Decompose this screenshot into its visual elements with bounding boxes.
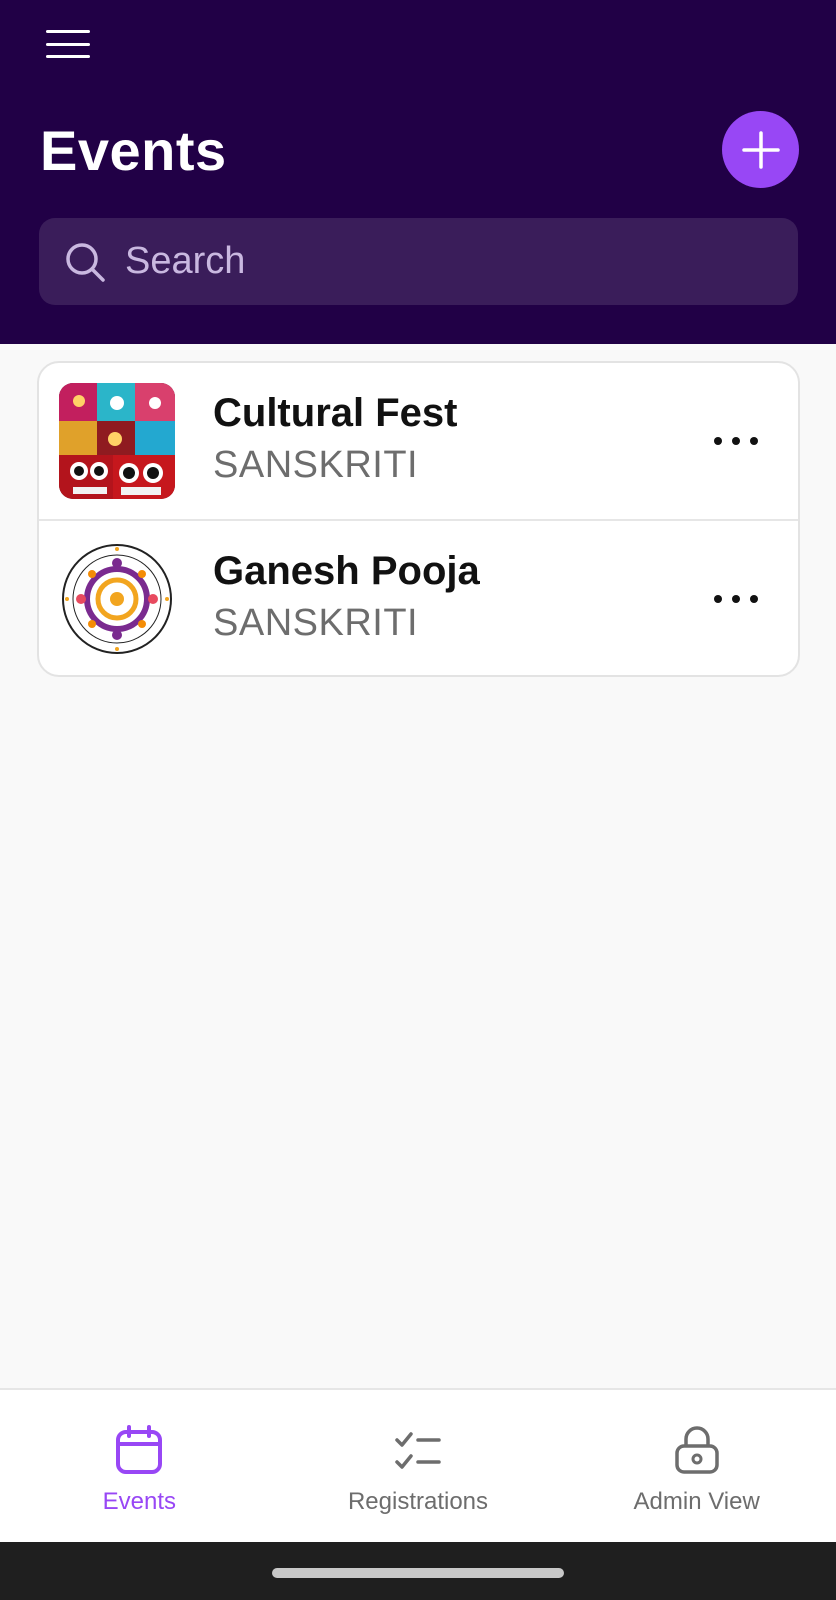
header: Events: [0, 0, 836, 344]
nav-item-admin-view[interactable]: Admin View: [557, 1390, 836, 1542]
event-organizer: SANSKRITI: [213, 602, 419, 644]
system-navigation-bar: [0, 1542, 836, 1600]
search-input[interactable]: [125, 240, 745, 283]
search-icon: [63, 240, 107, 284]
event-text: Cultural Fest SANSKRITI: [213, 389, 457, 489]
more-options-icon[interactable]: [714, 423, 758, 459]
event-thumbnail: [59, 541, 175, 657]
event-organizer: SANSKRITI: [213, 444, 419, 486]
bottom-nav: Events Registrations Admin View: [0, 1388, 836, 1542]
checklist-icon: [395, 1432, 441, 1469]
app-screen: Events Search Cultural Fest SANSKRITI Ga…: [0, 0, 836, 1600]
lock-icon: [674, 1426, 719, 1474]
nav-label: Admin View: [633, 1488, 760, 1515]
list-item[interactable]: Ganesh Pooja SANSKRITI: [39, 519, 798, 675]
list-item[interactable]: Cultural Fest SANSKRITI: [39, 363, 798, 519]
event-thumbnail: [59, 383, 175, 499]
plus-icon: [741, 130, 780, 169]
add-event-button[interactable]: [722, 111, 799, 188]
home-indicator[interactable]: [272, 1568, 564, 1578]
more-options-icon[interactable]: [714, 581, 758, 617]
nav-label: Events: [102, 1488, 177, 1515]
nav-item-events[interactable]: Events: [0, 1390, 279, 1542]
search-bar[interactable]: [39, 218, 798, 305]
page-title: Events: [40, 119, 227, 182]
menu-icon[interactable]: [44, 26, 92, 62]
event-text: Ganesh Pooja SANSKRITI: [213, 547, 480, 647]
event-title: Ganesh Pooja: [213, 549, 480, 593]
nav-label: Registrations: [347, 1488, 489, 1515]
event-list: Cultural Fest SANSKRITI Ganesh Pooja SAN…: [37, 361, 800, 677]
nav-item-registrations[interactable]: Registrations: [279, 1390, 558, 1542]
event-title: Cultural Fest: [213, 391, 458, 435]
calendar-icon: [116, 1425, 163, 1474]
